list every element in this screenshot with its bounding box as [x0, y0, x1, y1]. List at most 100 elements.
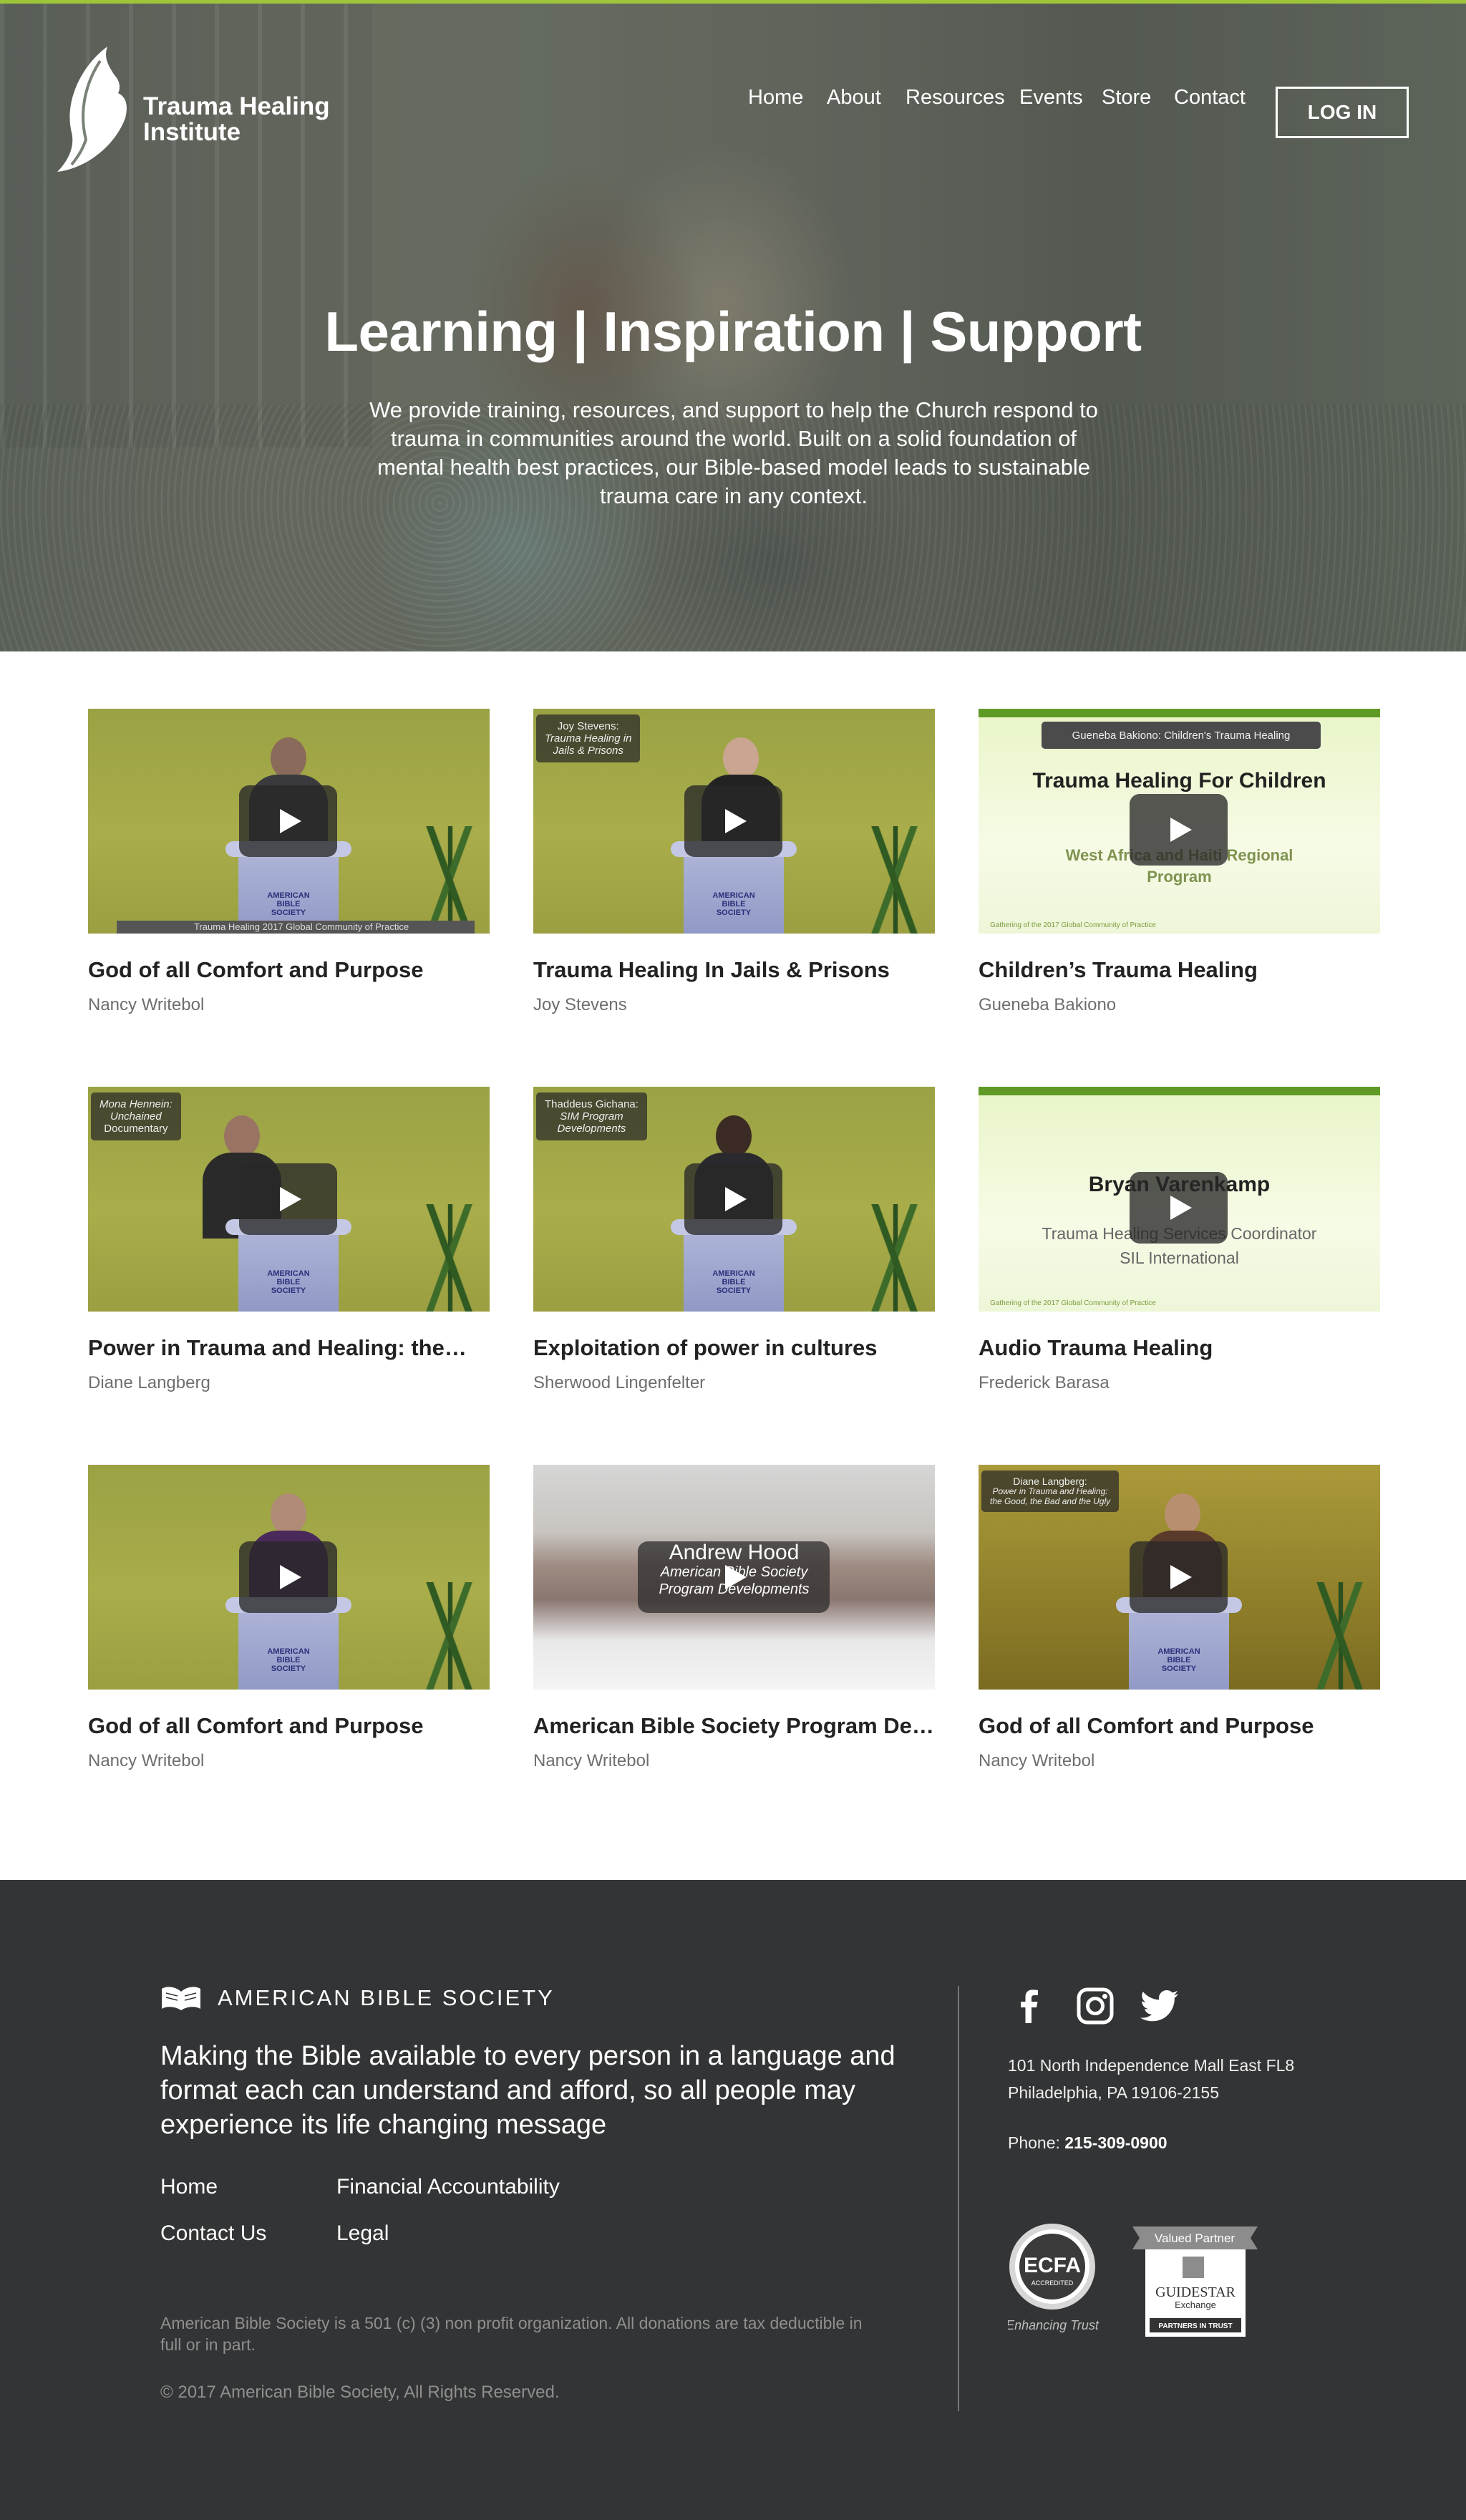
play-icon[interactable]	[239, 1541, 337, 1613]
facebook-icon[interactable]	[1009, 1986, 1049, 2026]
video-card[interactable]: AMERICAN BIBLE SOCIETY Thaddeus Gichana: SI…	[533, 1087, 935, 1393]
video-title[interactable]: Power in Trauma and Healing: the…	[88, 1335, 490, 1361]
login-button[interactable]: LOG IN	[1276, 87, 1409, 138]
video-card[interactable]: AMERICAN BIBLE SOCIETY Diane Langberg: Powe…	[979, 1465, 1380, 1771]
video-thumbnail[interactable]: AMERICAN BIBLE SOCIETY Trauma Healing 2017…	[88, 709, 490, 934]
open-book-icon	[162, 1987, 200, 2010]
play-icon[interactable]	[684, 1163, 782, 1235]
plant	[418, 826, 482, 934]
video-thumbnail[interactable]: AMERICAN BIBLE SOCIETY Joy Stevens: Trauma …	[533, 709, 935, 934]
podium-logo: AMERICAN BIBLE SOCIETY	[267, 1647, 310, 1673]
video-title[interactable]: God of all Comfort and Purpose	[979, 1713, 1380, 1739]
guidestar-seal-icon: Valued Partner GUIDESTAR Exchange PARTNE…	[1132, 2226, 1258, 2337]
footer-link-contact-us[interactable]: Contact Us	[160, 2221, 266, 2246]
speaker-caption: Gueneba Bakiono: Children's Trauma Heali…	[1042, 722, 1321, 749]
twitter-icon[interactable]	[1140, 1986, 1180, 2026]
nav-home[interactable]: Home	[748, 86, 803, 110]
video-card[interactable]: Andrew Hood American Bible Society Progr…	[533, 1465, 935, 1771]
site-footer: AMERICAN BIBLE SOCIETY Making the Bible …	[0, 1880, 1466, 2520]
hero-title: Learning | Inspiration | Support	[324, 300, 1142, 363]
video-title[interactable]: Trauma Healing In Jails & Prisons	[533, 957, 935, 983]
plant	[418, 1582, 482, 1690]
video-card[interactable]: AMERICAN BIBLE SOCIETY Joy Stevens: Trauma …	[533, 709, 935, 1015]
play-icon[interactable]	[684, 785, 782, 857]
video-card[interactable]: AMERICAN BIBLE SOCIETY Mona Hennein: Unchai…	[88, 1087, 490, 1393]
svg-text:Enhancing Trust: Enhancing Trust	[1008, 2318, 1100, 2332]
podium-logo: AMERICAN BIBLE SOCIETY	[1157, 1647, 1200, 1673]
hero-description: We provide training, resources, and supp…	[369, 397, 1098, 508]
nav-contact[interactable]: Contact	[1174, 86, 1246, 110]
abs-name: AMERICAN BIBLE SOCIETY	[218, 1985, 555, 2010]
video-title[interactable]: God of all Comfort and Purpose	[88, 957, 490, 983]
logo-text: Trauma Healing Institute	[143, 94, 330, 145]
address-line-2: Philadelphia, PA 19106-2155	[1008, 2083, 1219, 2102]
video-title[interactable]: God of all Comfort and Purpose	[88, 1713, 490, 1739]
video-author: Nancy Writebol	[88, 995, 205, 1014]
video-thumbnail[interactable]: Andrew Hood American Bible Society Progr…	[533, 1465, 935, 1690]
copyright: © 2017 American Bible Society, All Right…	[160, 2383, 560, 2402]
video-author: Nancy Writebol	[533, 1751, 650, 1770]
nav-store[interactable]: Store	[1102, 86, 1151, 110]
video-author: Gueneba Bakiono	[979, 995, 1117, 1014]
podium: AMERICAN BIBLE SOCIETY	[671, 841, 797, 934]
podium-logo: AMERICAN BIBLE SOCIETY	[712, 891, 755, 917]
plant	[1309, 1582, 1373, 1690]
speaker-caption: Thaddeus Gichana: SIM Program Developments	[536, 1092, 647, 1140]
nav-resources[interactable]: Resources	[906, 86, 1005, 110]
video-card[interactable]: Gueneba Bakiono: Children's Trauma Heali…	[979, 709, 1380, 1015]
play-icon[interactable]	[239, 1163, 337, 1235]
mission-statement: Making the Bible available to every pers…	[160, 2041, 895, 2140]
video-thumbnail[interactable]: Bryan Varenkamp Trauma Healing Services …	[979, 1087, 1380, 1312]
svg-text:Exchange: Exchange	[1175, 2300, 1216, 2310]
play-icon[interactable]	[1130, 794, 1228, 866]
svg-text:ECFA: ECFA	[1024, 2254, 1081, 2277]
video-thumbnail[interactable]: AMERICAN BIBLE SOCIETY Diane Langberg: Powe…	[979, 1465, 1380, 1690]
logo-line-1: Trauma Healing	[143, 92, 330, 120]
plant	[863, 1204, 928, 1312]
face-profile-icon	[57, 47, 127, 172]
play-icon[interactable]	[239, 785, 337, 857]
guidestar-badge[interactable]: Valued Partner GUIDESTAR Exchange PARTNE…	[1132, 2222, 1258, 2340]
slide-subtitle: Program	[1147, 868, 1212, 886]
video-author: Frederick Barasa	[979, 1373, 1110, 1392]
video-thumbnail[interactable]: AMERICAN BIBLE SOCIETY	[88, 1465, 490, 1690]
speaker-caption: Mona Hennein: Unchained Documentary	[91, 1092, 181, 1140]
video-thumbnail[interactable]: AMERICAN BIBLE SOCIETY Mona Hennein: Unchai…	[88, 1087, 490, 1312]
video-author: Joy Stevens	[533, 995, 627, 1014]
video-author: Nancy Writebol	[88, 1751, 205, 1770]
video-thumbnail[interactable]: AMERICAN BIBLE SOCIETY Thaddeus Gichana: SI…	[533, 1087, 935, 1312]
video-author: Diane Langberg	[88, 1373, 210, 1392]
podium-logo: AMERICAN BIBLE SOCIETY	[712, 1269, 755, 1295]
podium: AMERICAN BIBLE SOCIETY	[671, 1219, 797, 1312]
play-icon[interactable]	[1130, 1541, 1228, 1613]
hero-banner: Trauma Healing Institute Home About Reso…	[0, 4, 1466, 651]
video-title[interactable]: Audio Trauma Healing	[979, 1335, 1380, 1361]
play-icon[interactable]	[1130, 1172, 1228, 1244]
video-card[interactable]: AMERICAN BIBLE SOCIETY Trauma Healing 2017…	[88, 709, 490, 1015]
footer-link-legal[interactable]: Legal	[336, 2221, 389, 2246]
video-title[interactable]: Exploitation of power in cultures	[533, 1335, 935, 1361]
phone-number[interactable]: 215-309-0900	[1064, 2133, 1167, 2152]
footer-link-financial-accountability[interactable]: Financial Accountability	[336, 2175, 560, 2199]
video-title[interactable]: American Bible Society Program De…	[533, 1713, 935, 1739]
address: 101 North Independence Mall East FL8 Phi…	[1008, 2052, 1294, 2106]
video-card[interactable]: Bryan Varenkamp Trauma Healing Services …	[979, 1087, 1380, 1393]
video-title[interactable]: Children’s Trauma Healing	[979, 957, 1380, 983]
slide-footer: Gathering of the 2017 Global Community o…	[990, 1299, 1156, 1307]
nav-about[interactable]: About	[827, 86, 881, 110]
ecfa-badge[interactable]: ECFA ACCREDITED Enhancing Trust	[1006, 2222, 1101, 2337]
instagram-icon[interactable]	[1075, 1986, 1115, 2026]
speaker-caption: Diane Langberg: Power in Trauma and Heali…	[981, 1470, 1120, 1512]
footer-link-home[interactable]: Home	[160, 2175, 218, 2199]
site-logo[interactable]: Trauma Healing Institute	[57, 47, 358, 175]
nonprofit-notice: American Bible Society is a 501 (c) (3) …	[160, 2314, 863, 2354]
podium: AMERICAN BIBLE SOCIETY	[225, 1597, 351, 1690]
phone-label: Phone:	[1008, 2133, 1060, 2152]
slide-title: Trauma Healing For Children	[1032, 769, 1326, 793]
lower-third: Trauma Healing 2017 Global Community of …	[117, 921, 475, 934]
video-card[interactable]: AMERICAN BIBLE SOCIETY God of all Comfort …	[88, 1465, 490, 1771]
video-thumbnail[interactable]: Gueneba Bakiono: Children's Trauma Heali…	[979, 709, 1380, 934]
phone: Phone: 215-309-0900	[1008, 2133, 1168, 2153]
abs-logo[interactable]: AMERICAN BIBLE SOCIETY	[160, 1985, 555, 2011]
nav-events[interactable]: Events	[1019, 86, 1083, 110]
